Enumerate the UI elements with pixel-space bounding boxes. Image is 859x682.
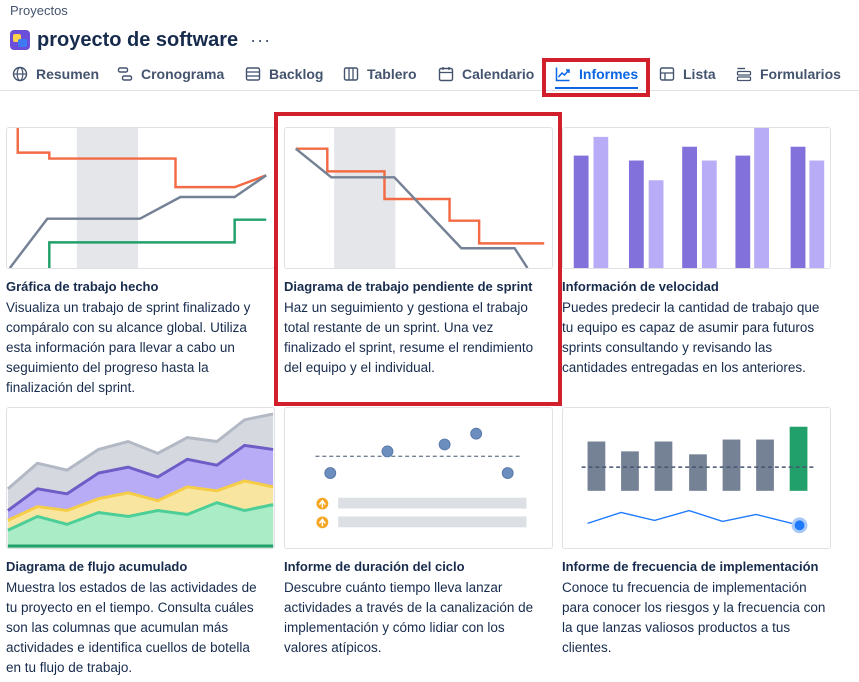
- forms-icon: [736, 67, 752, 81]
- card-description: Haz un seguimiento y gestiona el trabajo…: [284, 300, 534, 375]
- more-actions-button[interactable]: ···: [250, 30, 271, 51]
- card-description: Puedes predecir la cantidad de trabajo q…: [562, 300, 820, 375]
- project-tabs: Resumen Cronograma Backlog Tablero Calen…: [0, 56, 859, 91]
- card-title[interactable]: Informe de duración del ciclo: [284, 559, 465, 574]
- card-description: Descubre cuánto tiempo lleva lanzar activ…: [284, 580, 534, 655]
- tab-label: Formularios: [760, 65, 841, 82]
- tab-label: Calendario: [462, 65, 535, 82]
- card-title[interactable]: Gráfica de trabajo hecho: [6, 279, 158, 294]
- burndown-illustration: [294, 128, 545, 268]
- burnup-thumbnail[interactable]: [6, 127, 275, 269]
- backlog-icon: [245, 66, 261, 81]
- card-description: Visualiza un trabajo de sprint finalizad…: [6, 300, 251, 395]
- tab-label: Lista: [683, 65, 716, 82]
- cumulative-flow-illustration: [7, 412, 274, 548]
- tab-label: Resumen: [36, 65, 100, 82]
- tab-label: Informes: [579, 65, 639, 82]
- burnup-illustration: [8, 128, 267, 268]
- breadcrumb[interactable]: Proyectos: [10, 3, 68, 18]
- page-title: proyecto de software: [37, 28, 239, 51]
- card-description: Muestra los estados de las actividades d…: [6, 580, 257, 675]
- burndown-thumbnail[interactable]: [284, 127, 553, 269]
- card-description: Conoce tu frecuencia de implementación pa…: [562, 580, 826, 655]
- tab-calendario[interactable]: Calendario: [438, 56, 534, 91]
- tab-resumen[interactable]: Resumen: [12, 56, 99, 91]
- card-title[interactable]: Diagrama de flujo acumulado: [6, 559, 187, 574]
- tab-tablero[interactable]: Tablero: [343, 56, 417, 91]
- tab-lista[interactable]: Lista: [659, 56, 716, 91]
- list-icon: [659, 66, 675, 81]
- calendar-icon: [438, 66, 454, 81]
- globe-icon: [12, 66, 28, 81]
- cycle-time-thumbnail[interactable]: [284, 407, 553, 549]
- velocity-illustration: [573, 128, 825, 268]
- tab-label: Cronograma: [141, 65, 225, 82]
- deployment-frequency-illustration: [581, 426, 814, 534]
- tab-backlog[interactable]: Backlog: [245, 56, 323, 91]
- tab-formularios[interactable]: Formularios: [736, 56, 841, 91]
- card-title[interactable]: Informe de frecuencia de implementación: [562, 559, 818, 574]
- project-logo-icon: [10, 30, 30, 50]
- card-title[interactable]: Diagrama de trabajo pendiente de sprint: [284, 279, 533, 294]
- tab-label: Backlog: [269, 65, 324, 82]
- project-header: proyecto de software ···: [10, 28, 271, 52]
- card-title[interactable]: Información de velocidad: [562, 279, 719, 294]
- chart-line-icon: [555, 67, 570, 81]
- cumulative-flow-thumbnail[interactable]: [6, 407, 275, 549]
- velocity-thumbnail[interactable]: [562, 127, 831, 269]
- cycle-time-illustration: [315, 427, 527, 529]
- board-icon: [343, 66, 359, 81]
- deployment-frequency-thumbnail[interactable]: [562, 407, 831, 549]
- tab-cronograma[interactable]: Cronograma: [117, 56, 224, 91]
- tab-informes[interactable]: Informes: [555, 56, 639, 91]
- timeline-icon: [117, 66, 133, 81]
- tab-label: Tablero: [367, 65, 417, 82]
